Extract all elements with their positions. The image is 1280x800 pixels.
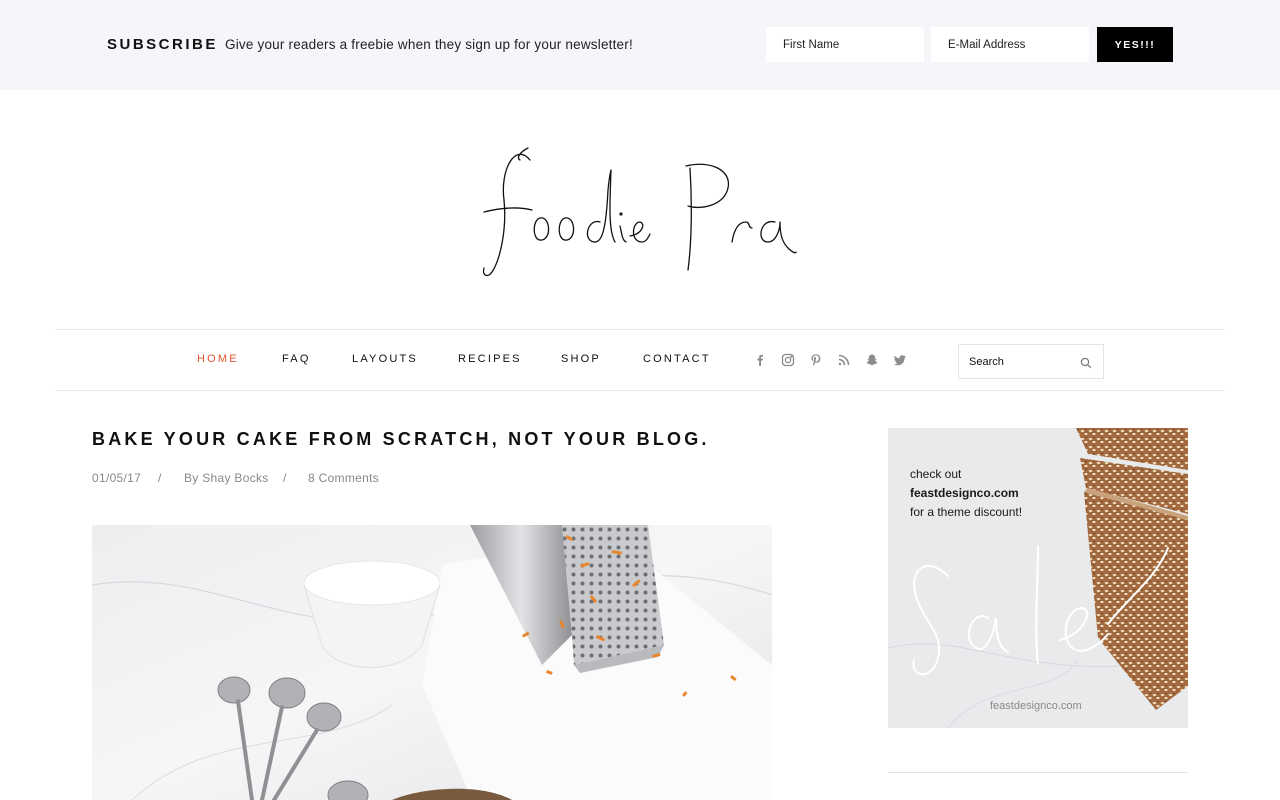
- nav-item-shop[interactable]: SHOP: [561, 353, 601, 365]
- snapchat-icon[interactable]: [865, 353, 879, 367]
- meta-separator: /: [283, 471, 287, 485]
- subscribe-heading: SUBSCRIBE: [107, 36, 218, 53]
- nav-bottom-divider: [55, 390, 1225, 391]
- site-logo[interactable]: [470, 130, 810, 290]
- ad-footer-url: feastdesignco.com: [990, 700, 1082, 712]
- sidebar-ad[interactable]: check out feastdesignco.com for a theme …: [888, 428, 1188, 728]
- twitter-icon[interactable]: [893, 353, 907, 367]
- nav-item-recipes[interactable]: RECIPES: [458, 353, 522, 365]
- nav-item-home[interactable]: HOME: [197, 353, 239, 365]
- nav-top-divider: [55, 329, 1225, 330]
- post-title[interactable]: BAKE YOUR CAKE FROM SCRATCH, NOT YOUR BL…: [92, 429, 710, 450]
- post-featured-image[interactable]: [92, 525, 772, 800]
- subscribe-bar: SUBSCRIBE Give your readers a freebie wh…: [0, 0, 1280, 90]
- search-input[interactable]: [969, 353, 1069, 371]
- facebook-icon[interactable]: [753, 353, 767, 367]
- post-date: 01/05/17: [92, 471, 142, 485]
- instagram-icon[interactable]: [781, 353, 795, 367]
- ad-text-line: for a theme discount!: [910, 505, 1023, 519]
- sidebar-divider: [888, 772, 1188, 773]
- ad-text-line: check out: [910, 467, 962, 481]
- post-comments-link[interactable]: 8 Comments: [308, 471, 379, 485]
- first-name-input[interactable]: [766, 27, 924, 62]
- post-author[interactable]: By Shay Bocks: [184, 471, 269, 485]
- nav-item-faq[interactable]: FAQ: [282, 353, 311, 365]
- search-icon[interactable]: [1080, 356, 1092, 369]
- subscribe-button[interactable]: YES!!!: [1097, 27, 1173, 62]
- pinterest-icon[interactable]: [809, 353, 823, 367]
- nav-item-layouts[interactable]: LAYOUTS: [352, 353, 418, 365]
- nav-item-contact[interactable]: CONTACT: [643, 353, 711, 365]
- rss-icon[interactable]: [837, 353, 851, 367]
- ad-website-text: feastdesignco.com: [910, 486, 1019, 500]
- meta-separator: /: [158, 471, 162, 485]
- search-box: [958, 344, 1104, 379]
- subscribe-description: Give your readers a freebie when they si…: [225, 37, 633, 52]
- email-input[interactable]: [931, 27, 1089, 62]
